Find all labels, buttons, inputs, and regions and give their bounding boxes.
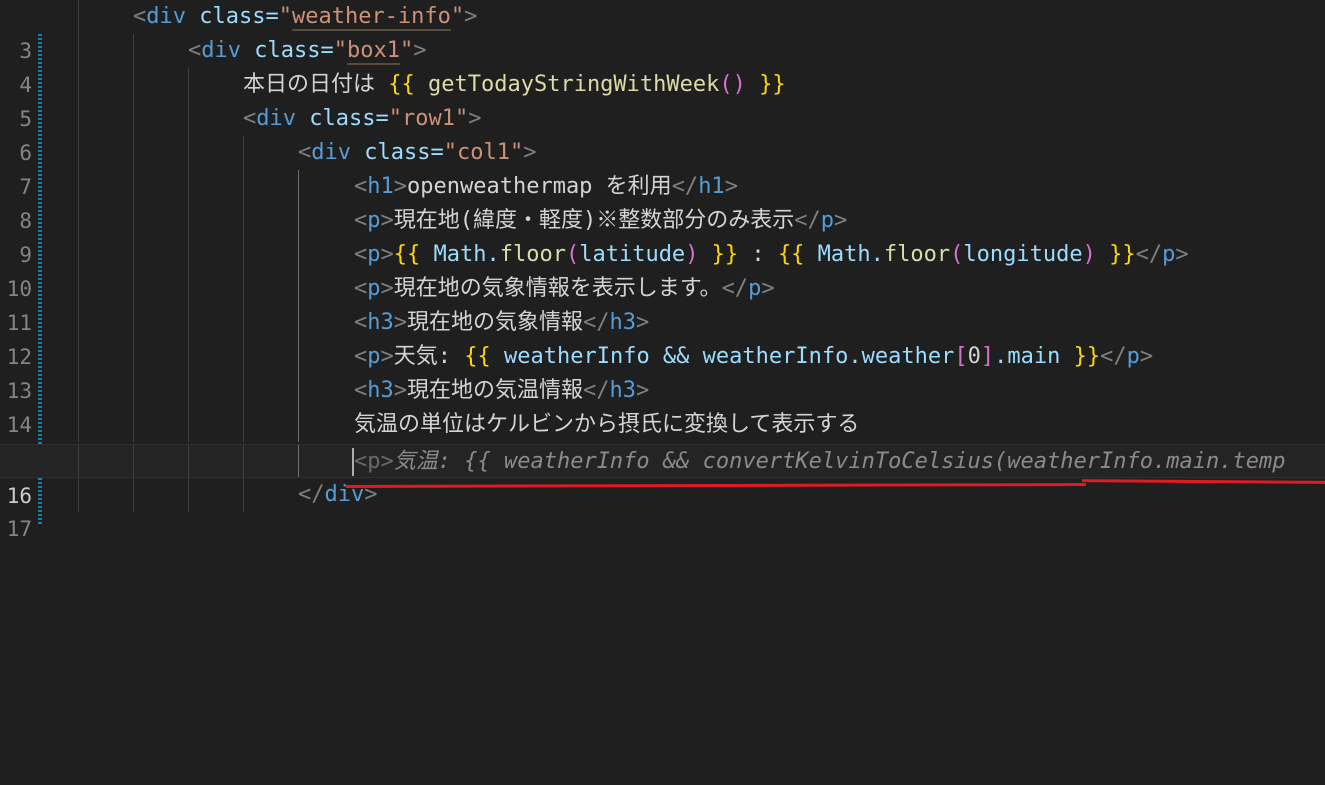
indent-guide <box>188 204 189 238</box>
indent-guide <box>188 68 189 102</box>
indent-guide <box>133 170 134 204</box>
line-content: <h3>現在地の気象情報</h3> <box>354 310 650 335</box>
indent-guide <box>133 238 134 272</box>
indent-guide <box>78 408 79 442</box>
indent-guide <box>78 102 79 136</box>
indent-guide <box>133 68 134 102</box>
code-line[interactable]: 7 <div class="col1"> <box>0 136 1325 199</box>
indent-guide <box>298 204 299 238</box>
code-line[interactable]: 12 <h3>現在地の気象情報</h3> <box>0 306 1325 369</box>
indent-guide <box>133 136 134 170</box>
line-content: <div class="col1"> <box>298 140 537 165</box>
indent-guide <box>133 272 134 306</box>
line-content: <p>現在地(緯度・軽度)※整数部分のみ表示</p> <box>354 208 848 233</box>
code-line[interactable]: 9 <p>現在地(緯度・軽度)※整数部分のみ表示</p> <box>0 204 1325 267</box>
indent-guide <box>78 445 79 477</box>
indent-guide <box>78 238 79 272</box>
indent-guide <box>243 136 244 170</box>
indent-guide <box>243 204 244 238</box>
indent-guide <box>243 306 244 340</box>
indent-guide <box>78 136 79 170</box>
indent-guide <box>243 478 244 512</box>
indent-guide <box>298 272 299 306</box>
indent-guide <box>133 204 134 238</box>
code-line[interactable]: 11 <p>現在地の気象情報を表示します。</p> <box>0 272 1325 335</box>
indent-guide <box>243 445 244 477</box>
code-line[interactable]: 8 <h1>openweathermap を利用</h1> <box>0 170 1325 233</box>
code-line[interactable]: 5 本日の日付は {{ getTodayStringWithWeek() }} <box>0 68 1325 131</box>
indent-guide <box>133 102 134 136</box>
line-number: 17 <box>6 517 32 541</box>
indent-guide <box>188 272 189 306</box>
indent-guide <box>243 408 244 442</box>
code-editor[interactable]: 3 <div class="weather-info"> 4 <div clas… <box>0 0 1325 541</box>
indent-guide <box>188 478 189 512</box>
inline-suggestion[interactable]: <p>気温: {{ weatherInfo && convertKelvinTo… <box>354 445 1285 479</box>
code-line[interactable]: 14 <h3>現在地の気温情報</h3> <box>0 374 1325 437</box>
indent-guide <box>188 408 189 442</box>
indent-guide <box>133 478 134 512</box>
code-line[interactable]: 4 <div class="box1"> <box>0 34 1325 97</box>
indent-guide <box>78 478 79 512</box>
indent-guide <box>298 238 299 272</box>
indent-guide <box>78 272 79 306</box>
code-line[interactable]: 13 <p>天気: {{ weatherInfo && weatherInfo.… <box>0 340 1325 403</box>
indent-guide <box>78 34 79 68</box>
indent-guide <box>298 408 299 442</box>
indent-guide <box>78 0 79 34</box>
indent-guide <box>243 238 244 272</box>
indent-guide <box>78 204 79 238</box>
indent-guide <box>78 374 79 408</box>
line-content: </div> <box>298 482 378 507</box>
line-content: <h1>openweathermap を利用</h1> <box>354 174 738 199</box>
line-content: 気温の単位はケルビンから摂氏に変換して表示する <box>354 412 860 437</box>
indent-guide <box>133 34 134 68</box>
indent-guide <box>243 374 244 408</box>
indent-guide <box>78 306 79 340</box>
code-line[interactable]: 17 </div> <box>0 478 1325 541</box>
indent-guide <box>133 445 134 477</box>
line-content: 本日の日付は {{ getTodayStringWithWeek() }} <box>243 72 786 97</box>
indent-guide <box>188 306 189 340</box>
indent-guide <box>188 238 189 272</box>
code-line[interactable]: 6 <div class="row1"> <box>0 102 1325 165</box>
indent-guide <box>298 170 299 204</box>
indent-guide <box>78 68 79 102</box>
line-content: <p>現在地の気象情報を表示します。</p> <box>354 276 775 301</box>
indent-guide <box>188 170 189 204</box>
code-line[interactable]: 10 <p>{{ Math.floor(latitude) }} : {{ Ma… <box>0 238 1325 301</box>
line-content: <div class="row1"> <box>243 106 482 131</box>
indent-guide <box>298 340 299 374</box>
indent-guide <box>133 306 134 340</box>
indent-guide <box>188 340 189 374</box>
indent-guide <box>133 340 134 374</box>
indent-guide <box>243 272 244 306</box>
line-content: <h3>現在地の気温情報</h3> <box>354 378 650 403</box>
indent-guide <box>188 445 189 477</box>
indent-guide <box>133 374 134 408</box>
indent-guide <box>188 136 189 170</box>
code-line[interactable]: 3 <div class="weather-info"> <box>0 0 1325 63</box>
code-line[interactable]: 15 気温の単位はケルビンから摂氏に変換して表示する <box>0 408 1325 471</box>
indent-guide <box>298 374 299 408</box>
indent-guide <box>188 102 189 136</box>
indent-guide <box>133 408 134 442</box>
line-content: <div class="weather-info"> <box>133 4 478 31</box>
current-line[interactable]: 16 <p>気温: {{ weatherInfo && convertKelvi… <box>0 444 1325 508</box>
indent-guide <box>188 374 189 408</box>
indent-guide <box>78 170 79 204</box>
indent-guide <box>243 170 244 204</box>
line-content: <p>{{ Math.floor(latitude) }} : {{ Math.… <box>354 242 1189 267</box>
indent-guide <box>243 340 244 374</box>
indent-guide <box>78 340 79 374</box>
line-content: <p>天気: {{ weatherInfo && weatherInfo.wea… <box>354 344 1154 369</box>
indent-guide <box>298 306 299 340</box>
line-content: <div class="box1"> <box>188 38 427 65</box>
indent-guide <box>298 445 299 477</box>
